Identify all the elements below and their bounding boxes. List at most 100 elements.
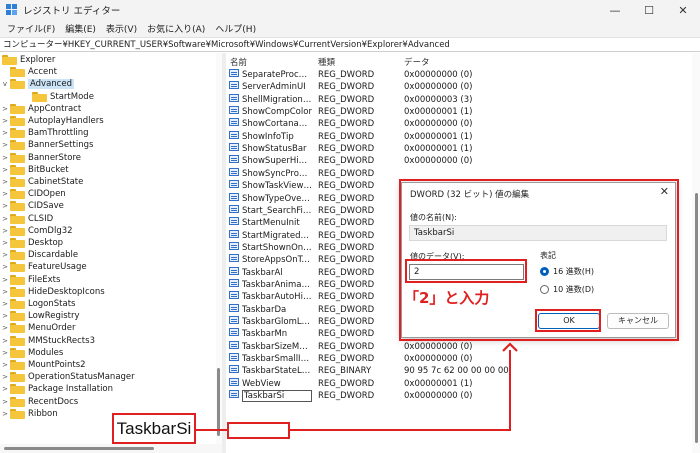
chevron-right-icon[interactable]: > <box>0 154 10 162</box>
chevron-right-icon[interactable]: > <box>0 141 10 149</box>
registry-value-icon <box>229 217 239 226</box>
tree-item[interactable]: > Modules <box>0 347 63 359</box>
folder-icon <box>10 408 25 419</box>
folder-icon <box>10 140 25 151</box>
tree-item[interactable]: > LogonStats <box>0 298 75 310</box>
chevron-right-icon[interactable]: > <box>0 239 10 247</box>
chevron-right-icon[interactable]: > <box>0 324 10 332</box>
chevron-right-icon[interactable]: > <box>0 398 10 406</box>
chevron-right-icon[interactable]: > <box>0 276 10 284</box>
value-row[interactable]: TaskbarSi REG_DWORD 0x00000000 (0) <box>226 390 692 403</box>
chevron-right-icon[interactable]: > <box>0 288 10 296</box>
tree-item[interactable]: > AutoplayHandlers <box>0 115 104 127</box>
chevron-right-icon[interactable]: > <box>0 129 10 137</box>
registry-value-icon <box>229 254 239 263</box>
chevron-right-icon[interactable]: > <box>0 166 10 174</box>
tree-item[interactable]: > ComDlg32 <box>0 225 73 237</box>
value-row[interactable]: ShowCortanaBu... REG_DWORD 0x00000000 (0) <box>226 118 692 130</box>
tree-item[interactable]: > Ribbon <box>0 408 58 420</box>
tree-item[interactable]: > MountPoints2 <box>0 359 86 371</box>
value-name: ShowSuperHidd... <box>242 156 312 167</box>
tree-item[interactable]: > LowRegistry <box>0 310 80 322</box>
tree-item[interactable]: v Advanced <box>0 78 74 90</box>
tree-item[interactable]: > OperationStatusManager <box>0 371 135 383</box>
value-row[interactable]: ShowSyncProvi... REG_DWORD <box>226 167 692 180</box>
chevron-right-icon[interactable]: > <box>0 251 10 259</box>
chevron-right-icon[interactable]: > <box>0 190 10 198</box>
value-row[interactable]: ShowCompColor REG_DWORD 0x00000001 (1) <box>226 106 692 118</box>
value-row[interactable]: ShowInfoTip REG_DWORD 0x00000001 (1) <box>226 130 692 143</box>
chevron-right-icon[interactable]: > <box>0 202 10 210</box>
chevron-right-icon[interactable]: > <box>0 312 10 320</box>
chevron-right-icon[interactable]: > <box>0 385 10 393</box>
tree-item[interactable]: > FileExts <box>0 274 60 286</box>
folder-icon <box>10 152 25 163</box>
menu-favorites[interactable]: お気に入り(A) <box>142 22 210 35</box>
value-row[interactable]: ShellMigrationL... REG_DWORD 0x00000003 (3… <box>226 93 692 106</box>
value-row[interactable]: TaskbarStateLast... REG_BINARY 90 95 7c 62… <box>226 365 692 377</box>
chevron-right-icon[interactable]: > <box>0 300 10 308</box>
menu-edit[interactable]: 編集(E) <box>60 22 101 35</box>
value-row[interactable]: TaskbarSizeMove REG_DWORD 0x00000000 (0) <box>226 340 692 353</box>
tree-item[interactable]: > MenuOrder <box>0 322 76 334</box>
chevron-right-icon[interactable]: > <box>0 227 10 235</box>
chevron-right-icon[interactable]: > <box>0 105 10 113</box>
tree-item[interactable]: > Desktop <box>0 237 63 249</box>
chevron-right-icon[interactable]: > <box>0 178 10 186</box>
tree-item[interactable]: > BannerSettings <box>0 139 93 151</box>
tree-item[interactable]: > BamThrottling <box>0 127 89 139</box>
tree-item[interactable]: > Discardable <box>0 249 78 261</box>
chevron-right-icon[interactable]: > <box>0 263 10 271</box>
tree-item[interactable]: > CLSID <box>0 213 53 225</box>
tree-item-label: ComDlg32 <box>28 225 73 236</box>
tree-item[interactable]: Accent <box>0 66 57 78</box>
tree-item[interactable]: > CabinetState <box>0 176 83 188</box>
tree-item[interactable]: StartMode <box>22 91 94 103</box>
tree-item[interactable]: > CIDOpen <box>0 188 66 200</box>
chevron-right-icon[interactable]: > <box>0 373 10 381</box>
value-name: StartMenuInit <box>242 218 300 229</box>
chevron-right-icon[interactable]: > <box>0 349 10 357</box>
tree-item[interactable]: > AppContract <box>0 103 81 115</box>
taskbarsi-row-highlight <box>227 422 290 439</box>
chevron-right-icon[interactable]: > <box>0 410 10 418</box>
value-row[interactable]: ServerAdminUI REG_DWORD 0x00000000 (0) <box>226 81 692 93</box>
close-button[interactable]: ✕ <box>666 0 700 20</box>
tree-item[interactable]: > RecentDocs <box>0 396 78 408</box>
value-row[interactable]: TaskbarSmallIcons REG_DWORD 0x00000000 (0) <box>226 353 692 365</box>
value-data: 0x00000003 (3) <box>404 94 473 105</box>
tree-item[interactable]: > FeatureUsage <box>0 261 87 273</box>
value-row[interactable]: SeparateProcess REG_DWORD 0x00000000 (0) <box>226 69 692 81</box>
value-row[interactable]: WebView REG_DWORD 0x00000001 (1) <box>226 377 692 390</box>
tree-item[interactable]: > MMStuckRects3 <box>0 335 95 347</box>
tree-item[interactable]: > BannerStore <box>0 152 81 164</box>
column-header-name[interactable]: 名前 <box>230 56 247 68</box>
registry-value-icon <box>229 229 239 238</box>
maximize-button[interactable]: ☐ <box>632 0 666 20</box>
chevron-right-icon[interactable]: > <box>0 215 10 223</box>
tree-item[interactable]: > BitBucket <box>0 164 69 176</box>
menu-view[interactable]: 表示(V) <box>101 22 142 35</box>
tree-item-root[interactable]: Explorer <box>2 54 55 66</box>
value-row[interactable]: ShowSuperHidd... REG_DWORD 0x00000000 (0) <box>226 155 692 167</box>
registry-value-icon <box>229 316 239 324</box>
column-header-data[interactable]: データ <box>404 56 430 68</box>
chevron-right-icon[interactable]: > <box>0 117 10 125</box>
value-row[interactable]: ShowStatusBar REG_DWORD 0x00000001 (1) <box>226 143 692 155</box>
tree-item[interactable]: > HideDesktopIcons <box>0 286 105 298</box>
tree-item-label: CabinetState <box>28 177 84 187</box>
chevron-down-icon[interactable]: v <box>0 80 10 88</box>
registry-value-icon <box>229 340 239 349</box>
menu-file[interactable]: ファイル(F) <box>2 22 60 35</box>
minimize-button[interactable]: — <box>598 0 632 20</box>
registry-value-icon <box>229 155 239 164</box>
column-header-type[interactable]: 種類 <box>318 56 335 68</box>
values-vertical-scrollbar[interactable] <box>692 53 700 453</box>
tree-horizontal-scrollbar[interactable] <box>0 444 222 453</box>
address-bar[interactable]: コンピューター¥HKEY_CURRENT_USER¥Software¥Micro… <box>0 37 700 52</box>
chevron-right-icon[interactable]: > <box>0 361 10 369</box>
menu-help[interactable]: ヘルプ(H) <box>210 22 261 35</box>
tree-item[interactable]: > CIDSave <box>0 200 64 212</box>
chevron-right-icon[interactable]: > <box>0 337 10 345</box>
tree-item[interactable]: > Package Installation <box>0 383 113 395</box>
